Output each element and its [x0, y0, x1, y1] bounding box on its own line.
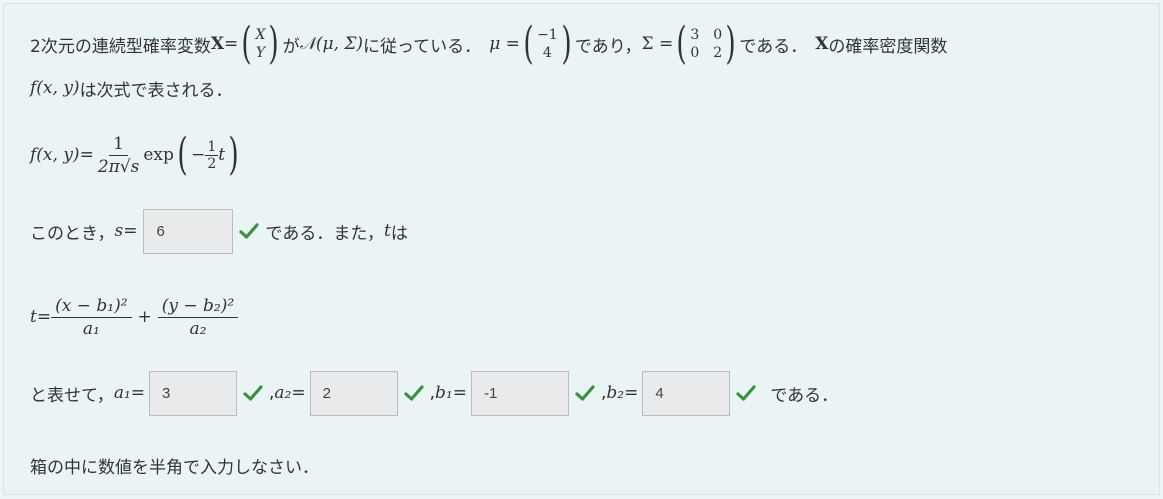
fxy: f(x, y): [30, 78, 80, 98]
mu-label: μ =: [489, 34, 520, 54]
fraction-denominator: 2π√s: [97, 156, 140, 177]
matrix-cell: 2: [713, 45, 723, 61]
random-vector: X Y: [255, 26, 265, 62]
a2-label: a₂: [274, 383, 292, 403]
var-t: t: [383, 221, 391, 241]
x-term-numerator: (x − b₁)²: [51, 295, 132, 318]
check-icon: [575, 385, 595, 401]
is-text: である．: [739, 36, 808, 57]
a1-label: a₁: [113, 383, 131, 403]
fraction-numerator: 1: [109, 133, 128, 156]
right-paren: ): [561, 18, 572, 69]
b2-input[interactable]: 4: [642, 370, 731, 416]
y-term-denominator: a₂: [189, 318, 207, 339]
matrix-cell: 0: [713, 27, 723, 43]
var-t: t: [218, 145, 226, 165]
exp-function: exp: [143, 145, 174, 165]
answers-prefix: と表せて，: [30, 385, 114, 406]
check-icon: [404, 385, 424, 401]
normal-distribution: 𝒩(μ, Σ): [299, 34, 364, 54]
s-input[interactable]: 6: [143, 208, 234, 254]
left-paren: (: [177, 129, 188, 180]
mu-bottom: 4: [542, 45, 552, 61]
check-icon: [243, 385, 263, 401]
equals: =: [624, 383, 639, 403]
vector-top: X: [255, 27, 266, 43]
equals: =: [79, 145, 94, 165]
var-X: X: [815, 34, 829, 54]
sigma-label: Σ =: [641, 34, 674, 54]
minus: −: [191, 145, 206, 165]
s-suffix: である．また，: [265, 223, 384, 244]
y-term-numerator: (y − b₂)²: [157, 295, 239, 318]
right-paren: ): [228, 129, 239, 180]
ga-text: が: [282, 36, 300, 57]
left-paren: (: [676, 18, 687, 69]
s-prefix: このとき，: [30, 223, 115, 244]
and-text: であり，: [574, 36, 642, 57]
t-formula: t = (x − b₁)² a₁ + (y − b₂)² a₂: [30, 288, 239, 346]
left-paren: (: [241, 18, 253, 69]
equals: =: [452, 383, 467, 403]
b2-label: b₂: [606, 383, 625, 403]
a2-input[interactable]: 2: [309, 370, 398, 416]
equals: =: [291, 383, 306, 403]
matrix-cell: 3: [690, 27, 700, 43]
parameters-answer-line: と表せて， a₁ = 3 , a₂ = 2 , b₁ = -1 , b₂ = 4…: [30, 370, 838, 416]
instruction-text: 箱の中に数値を半角で入力しなさい．: [30, 457, 319, 478]
check-icon: [239, 223, 260, 239]
question-panel: 2次元の連続型確率変数 X = ( X Y ) が 𝒩(μ, Σ) に従っている…: [3, 3, 1160, 495]
density-text: の確率密度関数: [828, 36, 948, 57]
x-term-denominator: a₁: [82, 318, 100, 339]
line2-text: は次式で表される．: [79, 80, 233, 101]
var-t: t: [30, 307, 37, 327]
intro-text: 2次元の連続型確率変数: [30, 36, 211, 57]
half-numerator: 1: [205, 138, 219, 156]
right-paren: ): [725, 18, 736, 69]
formula-lhs: f(x, y): [30, 145, 80, 165]
half-denominator: 2: [207, 155, 217, 172]
matrix-cell: 0: [690, 45, 700, 61]
follows-text: に従っている．: [363, 36, 482, 57]
left-paren: (: [523, 18, 534, 69]
b1-label: b₁: [435, 383, 453, 403]
vector-bottom: Y: [255, 45, 266, 61]
plus: +: [137, 307, 152, 327]
mu-vector: −1 4: [537, 26, 558, 62]
check-icon: [736, 385, 756, 401]
instruction-line: 箱の中に数値を半角で入力しなさい．: [30, 452, 319, 478]
right-paren: ): [268, 18, 280, 69]
half-fraction: 1 2: [205, 138, 219, 172]
var-X: X: [210, 34, 225, 54]
normalizing-fraction: 1 2π√s: [94, 133, 144, 178]
s-answer-line: このとき， s = 6 である．また， t は: [30, 208, 408, 254]
equals: =: [224, 34, 239, 54]
problem-line-1: 2次元の連続型確率変数 X = ( X Y ) が 𝒩(μ, Σ) に従っている…: [30, 18, 947, 70]
equals: =: [123, 221, 138, 241]
problem-line-2: f(x, y) は次式で表される．: [30, 74, 233, 102]
sigma-matrix: 3 0 0 2: [690, 26, 722, 62]
x-term-fraction: (x − b₁)² a₁: [51, 295, 132, 340]
b1-input[interactable]: -1: [470, 370, 569, 416]
var-s: s: [114, 221, 124, 241]
equals: =: [130, 383, 146, 403]
y-term-fraction: (y − b₂)² a₂: [157, 295, 239, 340]
answers-suffix: である．: [770, 385, 839, 406]
wa-text: は: [390, 223, 408, 244]
density-formula: f(x, y) = 1 2π√s exp ( − 1 2 t ): [30, 124, 242, 186]
a1-input[interactable]: 3: [149, 370, 238, 416]
mu-top: −1: [537, 27, 558, 43]
equals: =: [36, 307, 52, 327]
